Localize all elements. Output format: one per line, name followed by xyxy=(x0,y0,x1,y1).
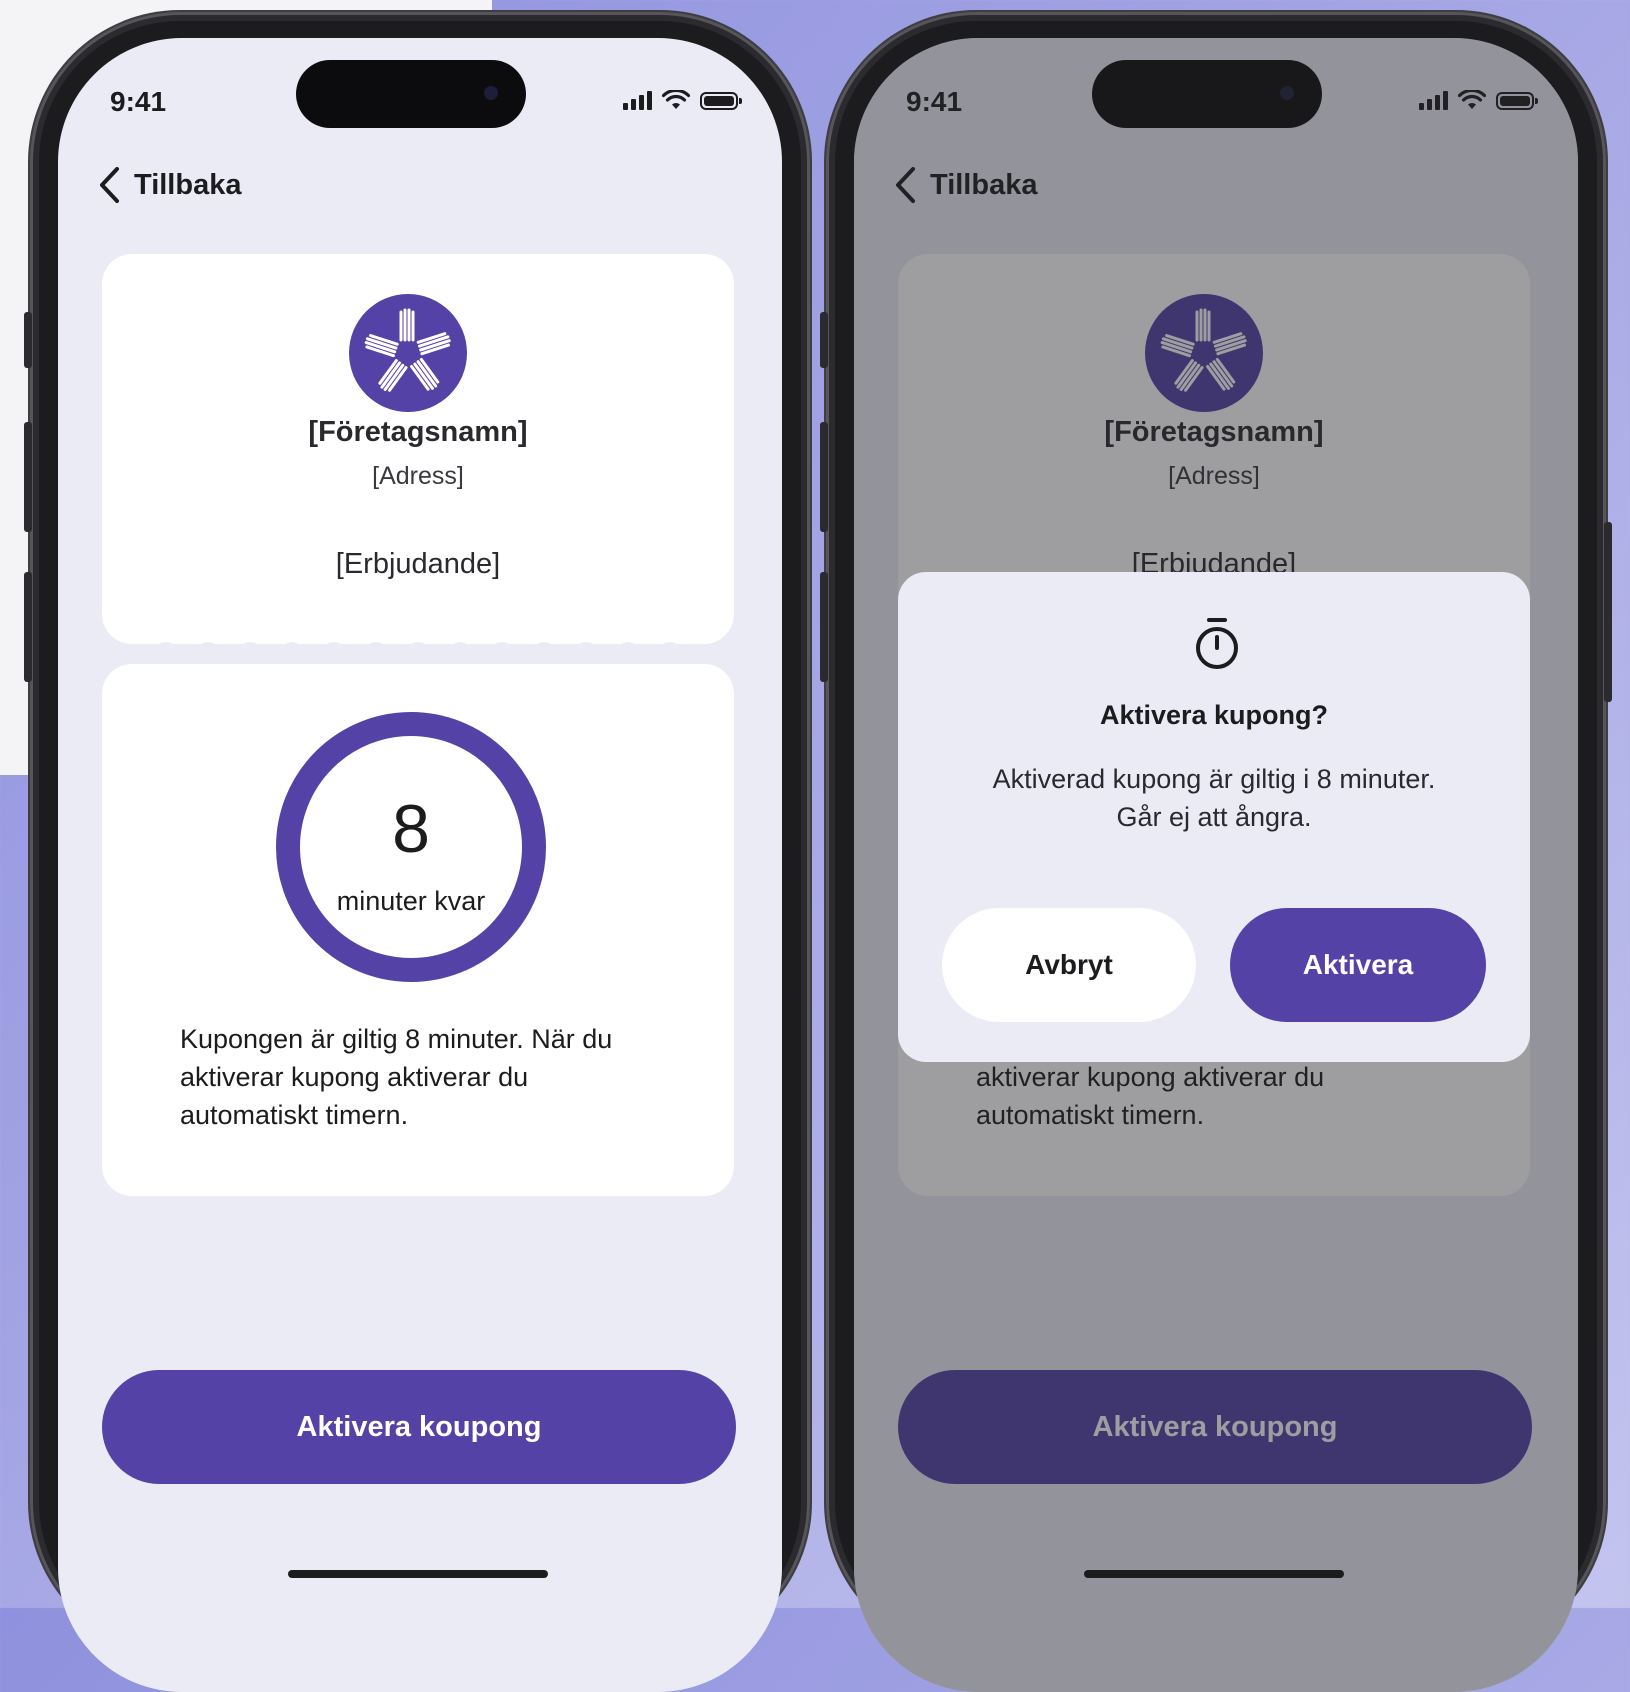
company-name: [Företagsnamn] xyxy=(308,416,528,448)
status-time: 9:41 xyxy=(110,86,167,117)
offer-text: [Erbjudande] xyxy=(335,548,501,580)
cancel-button[interactable]: Avbryt xyxy=(942,908,1196,1022)
power-button xyxy=(1604,522,1612,702)
status-icons xyxy=(623,90,742,110)
chevron-left-icon xyxy=(100,167,119,203)
company-logo xyxy=(349,294,467,412)
wifi-icon xyxy=(662,90,690,109)
volume-down-button xyxy=(820,572,828,682)
activation-dialog: Aktivera kupong? Aktiverad kupong är gil… xyxy=(898,572,1530,1062)
company-address: [Adress] xyxy=(372,462,464,490)
timer-label: minuter kvar xyxy=(336,886,486,916)
signal-icon xyxy=(623,91,652,110)
phone-left: 9:41 Tillbaka [Företagsnamn] [Adress] [E… xyxy=(24,12,810,1692)
back-label: Tillbaka xyxy=(134,168,242,201)
home-indicator[interactable] xyxy=(1084,1570,1344,1578)
mute-switch xyxy=(820,312,828,368)
volume-up-button xyxy=(24,422,32,532)
stopwatch-icon xyxy=(1196,618,1238,669)
activate-coupon-button[interactable]: Aktivera koupong xyxy=(102,1370,736,1484)
dynamic-island xyxy=(296,60,526,128)
timer-value: 8 xyxy=(392,791,430,867)
dialog-message: Aktiverad kupong är giltig i 8 minuter. … xyxy=(938,760,1490,836)
back-button[interactable]: Tillbaka xyxy=(98,166,241,204)
coupon-description: Kupongen är giltig 8 minuter. När du akt… xyxy=(180,1024,613,1130)
dialog-message-line-2: Går ej att ångra. xyxy=(1116,802,1312,832)
dialog-message-line-1: Aktiverad kupong är giltig i 8 minuter. xyxy=(992,764,1436,794)
volume-down-button xyxy=(24,572,32,682)
phone-right: 9:41 Tillbaka [Företagsnamn] [Adress] [E… xyxy=(820,12,1612,1692)
home-indicator[interactable] xyxy=(288,1570,548,1578)
confirm-activate-button[interactable]: Aktivera xyxy=(1230,908,1486,1022)
volume-up-button xyxy=(820,422,828,532)
mute-switch xyxy=(24,312,32,368)
battery-icon xyxy=(700,92,742,110)
screen-activation-dialog: 9:41 Tillbaka [Företagsnamn] [Adress] [E… xyxy=(854,38,1578,1692)
screen-coupon: 9:41 Tillbaka [Företagsnamn] [Adress] [E… xyxy=(58,38,782,1692)
dialog-title: Aktivera kupong? xyxy=(1099,700,1329,730)
